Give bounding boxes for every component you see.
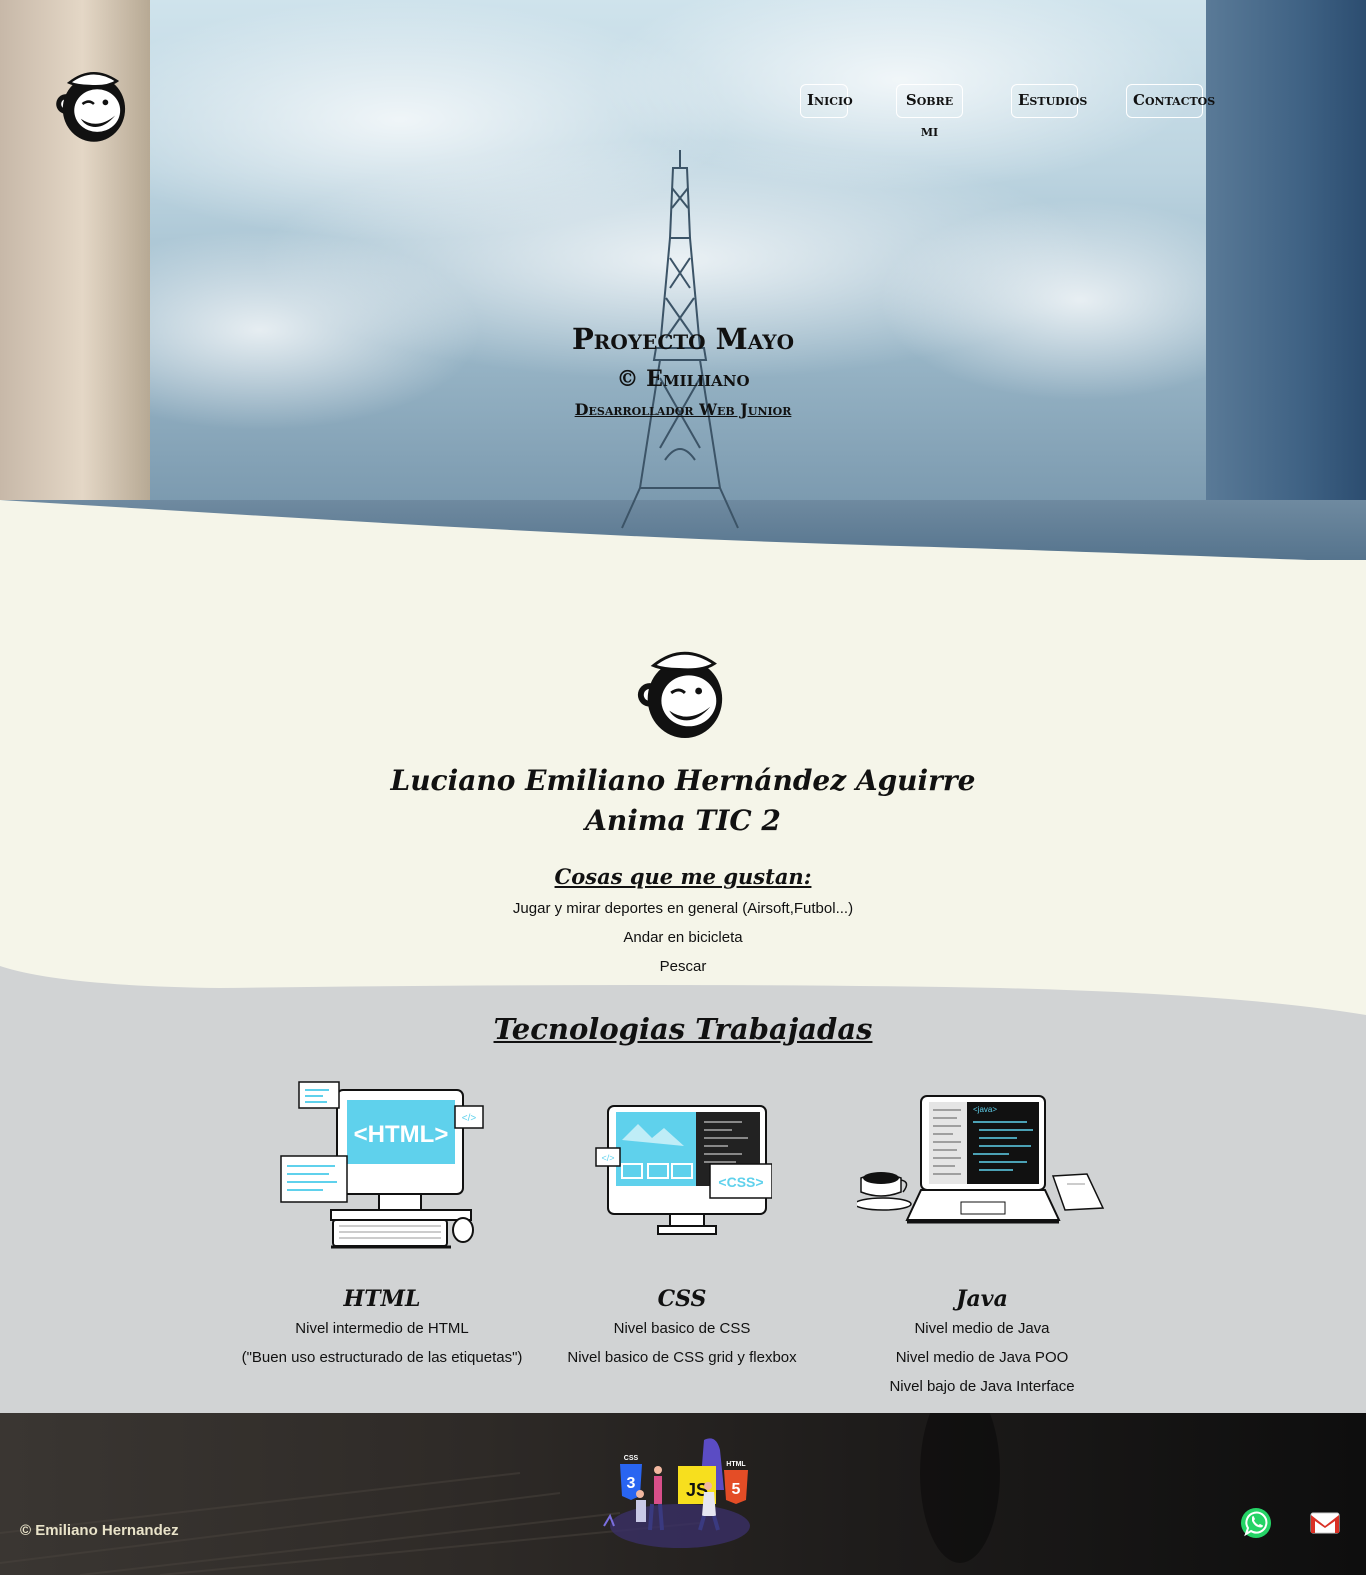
nav-contactos-button[interactable]: Contactos bbox=[1126, 84, 1215, 118]
tech-detail: Nivel medio de Java bbox=[914, 1320, 1050, 1337]
nav-estudios-button[interactable]: Estudios bbox=[1011, 84, 1087, 118]
html-badge-label: HTML bbox=[726, 1461, 746, 1468]
likes-title: Cosas que me gustan: bbox=[554, 864, 812, 889]
tech-detail: Nivel bajo de Java Interface bbox=[889, 1378, 1075, 1395]
tech-detail: Nivel intermedio de HTML bbox=[295, 1320, 469, 1337]
hero-title: Proyecto Mayo bbox=[571, 322, 794, 356]
tech-card-java: <java> Java Nivel medio de Java Nivel me… bbox=[832, 1070, 1132, 1395]
css-badge-label: CSS bbox=[624, 1455, 639, 1462]
avatar bbox=[637, 651, 723, 739]
hero-subtitle: © Emiliiano bbox=[616, 366, 750, 392]
whatsapp-icon[interactable] bbox=[1240, 1507, 1272, 1539]
java-screen-text: <java> bbox=[973, 1105, 997, 1114]
tech-name-css: CSS bbox=[657, 1286, 707, 1312]
tech-card-html: <HTML> </> HTML Nivel intermedio de HTML… bbox=[232, 1070, 532, 1366]
gmail-icon[interactable] bbox=[1310, 1511, 1340, 1535]
css-card-text: <CSS> bbox=[718, 1174, 763, 1190]
tech-detail: Nivel basico de CSS grid y flexbox bbox=[567, 1349, 797, 1366]
tech-detail: Nivel basico de CSS bbox=[613, 1320, 751, 1337]
html-illustration: <HTML> </> bbox=[280, 1081, 484, 1249]
tech-detail: ("Buen uso estructurado de las etiquetas… bbox=[241, 1349, 523, 1366]
java-illustration: <java> bbox=[857, 1095, 1105, 1224]
tech-name-java: Java bbox=[956, 1286, 1008, 1312]
svg-text:</>: </> bbox=[601, 1153, 614, 1163]
tech-card-css: <CSS> </> CSS Nivel basico de CSS Nivel … bbox=[532, 1070, 832, 1366]
like-item: Jugar y mirar deportes en general (Airso… bbox=[512, 900, 854, 917]
svg-text:3: 3 bbox=[627, 1475, 636, 1492]
like-item: Andar en bicicleta bbox=[623, 929, 743, 946]
svg-text:</>: </> bbox=[462, 1113, 477, 1124]
copyright-text: © Emiliano Hernandez bbox=[20, 1522, 179, 1539]
profile-course: Anima TIC 2 bbox=[585, 804, 781, 837]
hero-tagline: Desarrollador Web Junior bbox=[574, 400, 792, 419]
css-illustration: <CSS> </> bbox=[595, 1105, 772, 1235]
nav-inicio-button[interactable]: Inicio bbox=[800, 84, 853, 118]
nav-sobre-mi-button[interactable]: Sobre mi bbox=[896, 84, 963, 140]
tech-name-html: HTML bbox=[343, 1286, 421, 1312]
tech-title: Tecnologias Trabajadas bbox=[493, 1012, 873, 1046]
tech-detail: Nivel medio de Java POO bbox=[895, 1349, 1069, 1366]
profile-name: Luciano Emiliano Hernández Aguirre bbox=[390, 764, 976, 797]
svg-text:5: 5 bbox=[732, 1481, 741, 1498]
html-screen-text: <HTML> bbox=[354, 1121, 449, 1148]
web-technologies-illustration: CSS 3 JS HTML 5 bbox=[603, 1438, 750, 1548]
main-nav: Inicio Sobre mi Estudios Contactos bbox=[0, 84, 1366, 140]
